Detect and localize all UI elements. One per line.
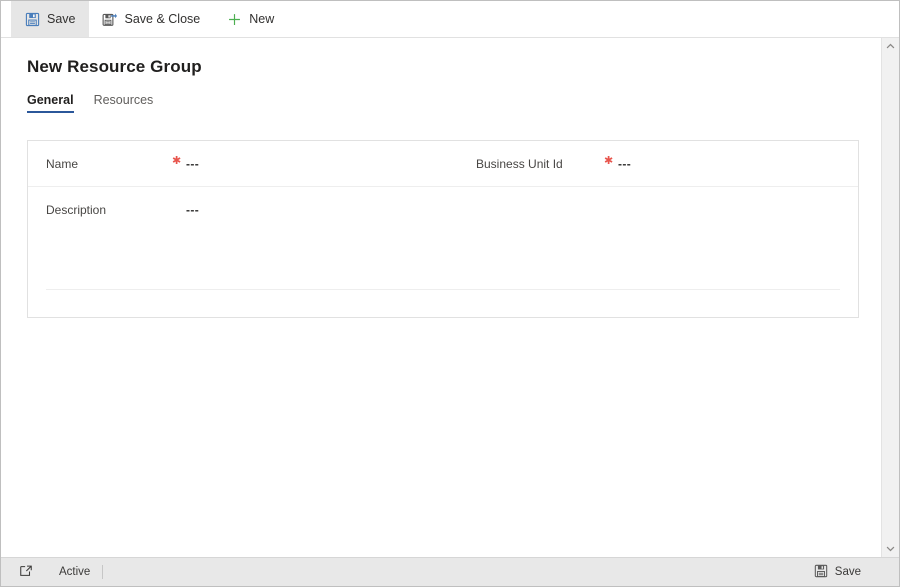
chevron-down-icon	[886, 540, 895, 558]
field-business-unit-id[interactable]: Business Unit Id ✱ ---	[476, 155, 836, 171]
scroll-up-button[interactable]	[882, 38, 899, 55]
field-business-unit-id-value: ---	[618, 156, 632, 171]
record-form-window: Save Save & Close New New Resource Group…	[0, 0, 900, 587]
save-button-label: Save	[47, 12, 76, 26]
status-bar-divider	[102, 565, 104, 579]
page-body: New Resource Group General Resources Nam…	[1, 38, 899, 557]
field-name[interactable]: Name ✱ ---	[46, 155, 476, 171]
page-scroll-region: New Resource Group General Resources Nam…	[1, 38, 899, 557]
required-indicator-icon: ✱	[172, 155, 182, 167]
tab-general[interactable]: General	[27, 93, 74, 113]
save-and-close-floppy-icon	[102, 11, 118, 27]
status-bar-save-label: Save	[834, 566, 861, 578]
status-bar-left: Active	[19, 564, 90, 581]
new-button[interactable]: New	[213, 1, 287, 37]
tab-resources[interactable]: Resources	[94, 93, 154, 113]
save-floppy-icon	[24, 11, 40, 27]
scroll-down-button[interactable]	[882, 540, 899, 557]
field-name-value: ---	[186, 156, 200, 171]
save-and-close-button[interactable]: Save & Close	[89, 1, 214, 37]
status-bar-save-button[interactable]: Save	[814, 564, 889, 581]
general-form-card: Name ✱ --- Business Unit Id ✱ --- Descri…	[27, 140, 859, 318]
chevron-up-icon	[886, 38, 895, 56]
form-row: Description ---	[28, 187, 858, 233]
status-bar: Active Save	[1, 557, 899, 586]
plus-icon	[226, 11, 242, 27]
field-description-value: ---	[186, 203, 200, 217]
record-state-label: Active	[59, 566, 91, 578]
save-floppy-icon	[814, 564, 828, 581]
tab-general-label: General	[27, 93, 74, 107]
open-in-new-window-icon[interactable]	[19, 564, 33, 581]
field-business-unit-id-label: Business Unit Id	[476, 156, 563, 171]
vertical-scrollbar[interactable]	[881, 38, 899, 557]
command-bar: Save Save & Close New	[1, 1, 899, 38]
tab-resources-label: Resources	[93, 93, 154, 107]
save-button[interactable]: Save	[11, 1, 89, 37]
tabstrip: General Resources	[27, 89, 899, 113]
form-row: Name ✱ --- Business Unit Id ✱ ---	[28, 141, 858, 187]
field-description[interactable]: Description ---	[46, 203, 476, 217]
new-button-label: New	[249, 12, 275, 26]
page-title: New Resource Group	[27, 57, 202, 76]
save-and-close-button-label: Save & Close	[124, 12, 201, 26]
required-indicator-icon: ✱	[604, 155, 614, 167]
form-card-footer-rule	[46, 289, 840, 290]
scrollbar-track[interactable]	[882, 55, 899, 540]
form-card-spacer	[28, 233, 858, 289]
field-name-label: Name	[46, 156, 79, 171]
field-description-label: Description	[46, 203, 107, 217]
